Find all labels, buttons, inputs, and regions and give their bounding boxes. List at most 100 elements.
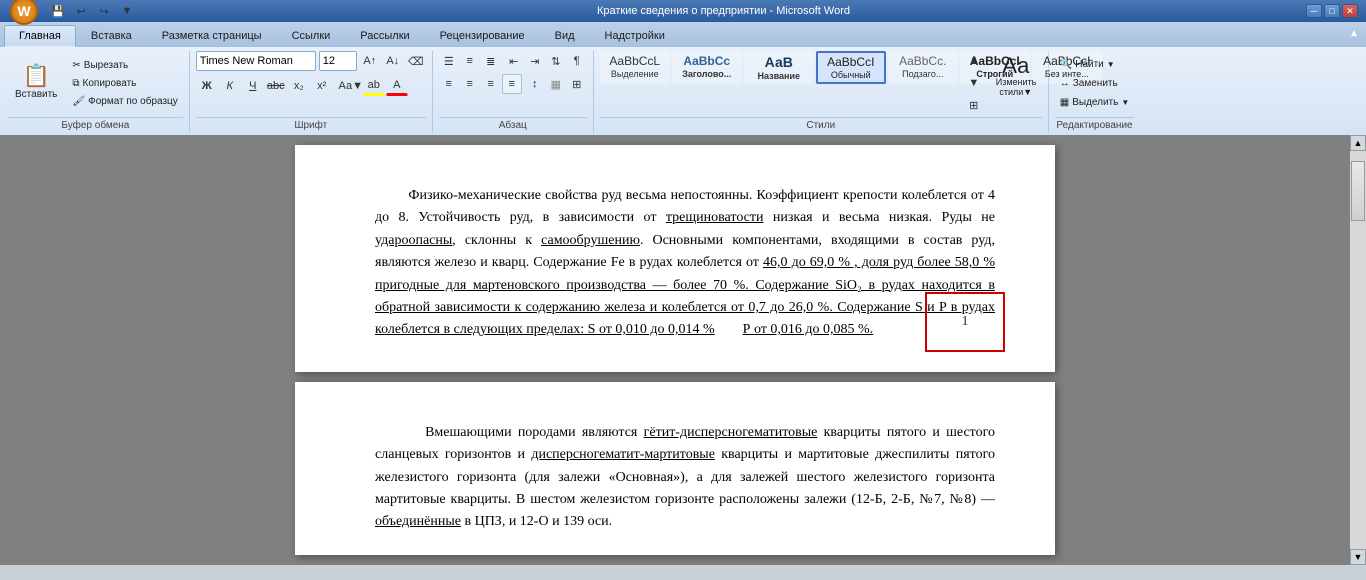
shading-button[interactable]: ▦ <box>546 74 566 94</box>
paragraph-row2: ≡ ≡ ≡ ≡ ↕ ▦ ⊞ <box>439 74 587 94</box>
bold-button[interactable]: Ж <box>196 76 218 96</box>
styles-label: Стили <box>600 117 1042 133</box>
style-normal[interactable]: AaBbCcI Обычный <box>816 51 886 84</box>
tab-addins[interactable]: Надстройки <box>590 25 680 47</box>
cut-button[interactable]: ✂ Вырезать <box>67 57 182 74</box>
select-button[interactable]: ▦ Выделить ▼ <box>1055 94 1135 111</box>
styles-scroll-down[interactable]: ▼ <box>964 73 984 93</box>
copy-icon: ⧉ <box>72 78 79 89</box>
tab-mailings[interactable]: Рассылки <box>345 25 424 47</box>
quick-access-dropdown[interactable]: ▼ <box>117 1 137 21</box>
clipboard-label: Буфер обмена <box>8 117 183 133</box>
office-button[interactable]: W <box>10 0 38 25</box>
font-name-input[interactable] <box>196 51 316 71</box>
strikethrough-button[interactable]: abc <box>265 76 287 96</box>
document-scrollbar: ▲ ▼ <box>1350 135 1366 565</box>
style-label-subtitle: Подзаго... <box>897 69 949 79</box>
paste-label: Вставить <box>15 89 57 101</box>
paragraph-row1: ☰ ≡ ≣ ⇤ ⇥ ⇅ ¶ <box>439 51 587 71</box>
style-wydelenie[interactable]: AaBbCcL Выделение <box>600 51 670 84</box>
document-scroll-area: Физико-механические свойства руд весьма … <box>0 135 1350 565</box>
justify-button[interactable]: ≡ <box>502 74 522 94</box>
borders-button[interactable]: ⊞ <box>567 74 587 94</box>
italic-button[interactable]: К <box>219 76 241 96</box>
document-page-2: Вмешающими породами являются гётит-диспе… <box>295 382 1055 555</box>
scroll-thumb[interactable] <box>1351 161 1365 221</box>
paste-button[interactable]: 📋 Вставить <box>8 60 64 106</box>
styles-grid: AaBbCcL Выделение AaBbCс Заголово... АаВ… <box>600 51 960 84</box>
style-subtitle[interactable]: AaBbCс. Подзаго... <box>888 51 958 84</box>
sort-button[interactable]: ⇅ <box>546 51 566 71</box>
align-left-button[interactable]: ≡ <box>439 74 459 94</box>
clipboard-small-buttons: ✂ Вырезать ⧉ Копировать 🖌 Формат по обра… <box>67 51 182 115</box>
clipboard-group-content: 📋 Вставить ✂ Вырезать ⧉ Копировать 🖌 Фор… <box>8 51 183 115</box>
replace-button[interactable]: ↔ Заменить <box>1055 75 1123 92</box>
tab-insert[interactable]: Вставка <box>76 25 147 47</box>
tab-layout[interactable]: Разметка страницы <box>147 25 277 47</box>
font-name-row: A↑ A↓ ⌫ <box>196 51 426 71</box>
page2-content: Вмешающими породами являются гётит-диспе… <box>375 422 995 534</box>
format-buttons-row: Ж К Ч abc x₂ x² Аа▼ ab А <box>196 76 426 96</box>
format-painter-button[interactable]: 🖌 Формат по образцу <box>67 93 182 110</box>
page-number: 1 <box>962 311 969 332</box>
copy-button[interactable]: ⧉ Копировать <box>67 75 182 92</box>
font-color-button[interactable]: А <box>386 76 408 96</box>
superscript-button[interactable]: x² <box>311 76 333 96</box>
paste-button-container: 📋 Вставить <box>8 51 64 115</box>
ribbon-scroll-up[interactable]: ▲ <box>1346 22 1362 44</box>
font-size-input[interactable] <box>319 51 357 71</box>
clear-format-button[interactable]: ⌫ <box>406 51 426 71</box>
subscript-button[interactable]: x₂ <box>288 76 310 96</box>
quick-access-toolbar: 💾 ↩ ↪ ▼ <box>44 0 141 23</box>
paste-icon: 📋 <box>22 65 49 87</box>
numbered-list-button[interactable]: ≡ <box>460 51 480 71</box>
tab-review[interactable]: Рецензирование <box>425 25 540 47</box>
replace-icon: ↔ <box>1060 78 1070 89</box>
bullets-button[interactable]: ☰ <box>439 51 459 71</box>
underline-button[interactable]: Ч <box>242 76 264 96</box>
maximize-button[interactable]: □ <box>1324 4 1340 18</box>
align-right-button[interactable]: ≡ <box>481 74 501 94</box>
select-icon: ▦ <box>1060 97 1069 108</box>
redo-button[interactable]: ↪ <box>94 1 114 21</box>
scroll-up-arrow[interactable]: ▲ <box>1350 135 1366 151</box>
ribbon-content: 📋 Вставить ✂ Вырезать ⧉ Копировать 🖌 Фор… <box>0 47 1366 135</box>
undo-button[interactable]: ↩ <box>71 1 91 21</box>
tab-references[interactable]: Ссылки <box>277 25 346 47</box>
line-spacing-button[interactable]: ↕ <box>525 74 545 94</box>
styles-more-button[interactable]: ⊞ <box>964 95 984 115</box>
ribbon-tabs: Главная Вставка Разметка страницы Ссылки… <box>0 22 1366 47</box>
change-styles-icon: Аа <box>1002 55 1029 77</box>
tab-home[interactable]: Главная <box>4 25 76 47</box>
decrease-indent-button[interactable]: ⇤ <box>504 51 524 71</box>
find-button[interactable]: 🔍 Найти ▼ <box>1055 56 1120 73</box>
ribbon-group-editing: 🔍 Найти ▼ ↔ Заменить ▦ Выделить ▼ Редакт… <box>1051 51 1141 133</box>
window-title: Краткие сведения о предприятии - Microso… <box>141 5 1306 17</box>
title-bar: W 💾 ↩ ↪ ▼ Краткие сведения о предприятии… <box>0 0 1366 22</box>
show-formatting-button[interactable]: ¶ <box>567 51 587 71</box>
scroll-down-arrow[interactable]: ▼ <box>1350 549 1366 565</box>
multilevel-list-button[interactable]: ≣ <box>481 51 501 71</box>
change-styles-button[interactable]: Аа Изменить стили▼ <box>990 51 1042 101</box>
styles-scroll-up[interactable]: ▲ <box>964 51 984 71</box>
minimize-button[interactable]: ─ <box>1306 4 1322 18</box>
tab-view[interactable]: Вид <box>540 25 590 47</box>
cut-icon: ✂ <box>72 60 80 71</box>
style-heading1[interactable]: AaBbCс Заголово... <box>672 51 742 84</box>
increase-indent-button[interactable]: ⇥ <box>525 51 545 71</box>
align-center-button[interactable]: ≡ <box>460 74 480 94</box>
highlight-button[interactable]: ab <box>363 76 385 96</box>
increase-font-button[interactable]: A↑ <box>360 51 380 71</box>
close-button[interactable]: ✕ <box>1342 4 1358 18</box>
find-dropdown-arrow: ▼ <box>1107 60 1115 69</box>
save-button[interactable]: 💾 <box>48 1 68 21</box>
ribbon-group-clipboard: 📋 Вставить ✂ Вырезать ⧉ Копировать 🖌 Фор… <box>4 51 190 133</box>
title-bar-left: W 💾 ↩ ↪ ▼ <box>8 0 141 27</box>
style-title[interactable]: АаВ Название <box>744 51 814 84</box>
font-group-content: A↑ A↓ ⌫ Ж К Ч abc x₂ x² Аа▼ ab А <box>196 51 426 115</box>
decrease-font-button[interactable]: A↓ <box>383 51 403 71</box>
paragraph-label: Абзац <box>439 117 587 133</box>
scroll-track <box>1350 151 1366 549</box>
change-case-button[interactable]: Аа▼ <box>340 76 362 96</box>
office-icon: W <box>17 3 30 19</box>
